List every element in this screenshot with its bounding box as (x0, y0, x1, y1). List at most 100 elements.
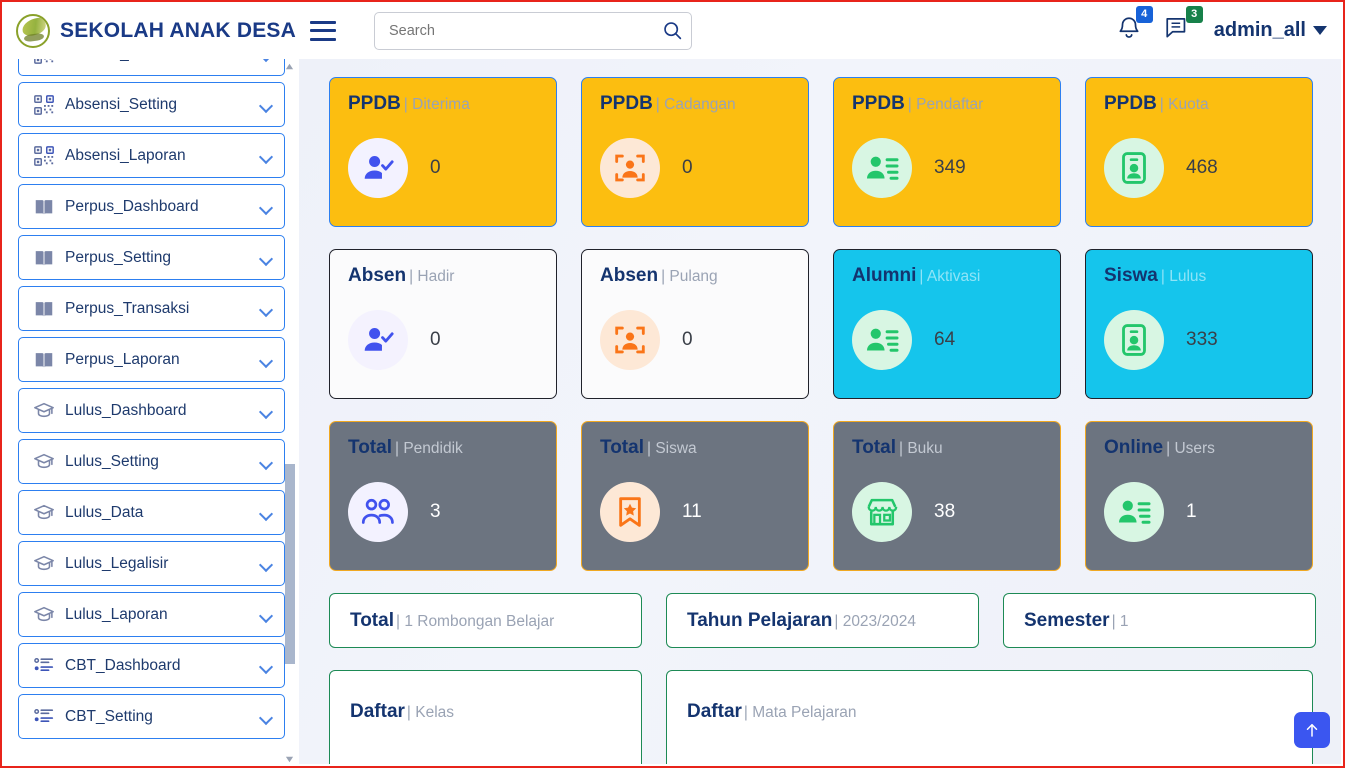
stat-card-subtitle: | Hadir (409, 268, 455, 285)
info-card-title-main: Total (350, 609, 394, 631)
chevron-down-icon[interactable] (260, 203, 273, 211)
sidebar-item-lulus_laporan[interactable]: Lulus_Laporan (18, 592, 285, 637)
sidebar-item-perpus_laporan[interactable]: Perpus_Laporan (18, 337, 285, 382)
sidebar-item-absensi_laporan[interactable]: Absensi_Laporan (18, 133, 285, 178)
chevron-down-icon[interactable] (260, 101, 273, 109)
chevron-down-icon[interactable] (260, 458, 273, 466)
stat-card-title-main: Absen (600, 265, 659, 286)
sidebar-item-perpus_setting[interactable]: Perpus_Setting (18, 235, 285, 280)
bookmark-star-icon (600, 482, 660, 542)
stat-card-body: 349 (852, 138, 1042, 198)
sidebar-item-absensi_dashboard[interactable]: Absensi_Dashboard (18, 59, 285, 76)
stat-card-total-pendidik[interactable]: Total | Pendidik 3 (329, 421, 557, 571)
chevron-down-icon (1313, 26, 1327, 35)
sidebar-item-cbt_setting[interactable]: CBT_Setting (18, 694, 285, 739)
stat-card-title-main: Total (348, 437, 392, 458)
sidebar-item-lulus_data[interactable]: Lulus_Data (18, 490, 285, 535)
stat-card-body: 468 (1104, 138, 1294, 198)
info-card-subtitle: | 1 (1111, 612, 1129, 630)
daftar-card-kelas[interactable]: Daftar | Kelas (329, 670, 642, 764)
stat-card-subtitle: | Buku (898, 440, 943, 457)
chevron-down-icon[interactable] (260, 713, 273, 721)
user-menu[interactable]: admin_all (1214, 19, 1327, 42)
daftar-card-title-main: Daftar (350, 701, 405, 722)
stat-card-subtitle: | Pendidik (394, 440, 463, 457)
stat-card-ppdb-pendaftar[interactable]: PPDB | Pendaftar 349 (833, 77, 1061, 227)
book-icon (33, 297, 55, 321)
stat-card-siswa-lulus[interactable]: Siswa | Lulus 333 (1085, 249, 1313, 399)
stat-card-subtitle: | Aktivasi (919, 268, 981, 285)
id-card-icon (1104, 310, 1164, 370)
sidebar-item-perpus_transaksi[interactable]: Perpus_Transaksi (18, 286, 285, 331)
chevron-down-icon[interactable] (260, 662, 273, 670)
info-card-title-main: Semester (1024, 609, 1110, 631)
scroll-to-top-button[interactable] (1294, 712, 1330, 748)
chevron-down-icon[interactable] (260, 356, 273, 364)
stat-card-ppdb-kuota[interactable]: PPDB | Kuota 468 (1085, 77, 1313, 227)
stat-card-title-main: PPDB (1104, 93, 1157, 114)
stat-card-subtitle: | Cadangan (655, 96, 736, 113)
stat-card-subtitle: | Lulus (1160, 268, 1207, 285)
user-list-icon (852, 138, 912, 198)
scroll-down-arrow-icon[interactable] (285, 755, 294, 764)
user-name: admin_all (1213, 19, 1306, 41)
sidebar-item-label: Lulus_Setting (65, 452, 159, 470)
notification-count-badge: 4 (1135, 6, 1153, 23)
stat-card-title: Total | Pendidik (348, 438, 538, 457)
stat-card-subtitle: | Diterima (403, 96, 470, 113)
notifications-button[interactable]: 4 (1116, 6, 1153, 46)
sidebar: Absensi_Dashboard Absensi_Setting (4, 59, 299, 766)
chevron-down-icon[interactable] (260, 254, 273, 262)
sidebar-item-label: Lulus_Legalisir (65, 554, 169, 572)
messages-button[interactable]: 3 (1164, 6, 1203, 46)
chevron-down-icon[interactable] (260, 509, 273, 517)
sidebar-item-absensi_setting[interactable]: Absensi_Setting (18, 82, 285, 127)
info-card-total[interactable]: Total | 1 Rombongan Belajar (329, 593, 642, 648)
book-icon (33, 348, 55, 372)
chevron-down-icon[interactable] (260, 305, 273, 313)
info-card-title: Total | 1 Rombongan Belajar (350, 610, 554, 632)
user-list-icon (852, 310, 912, 370)
users-group-icon (348, 482, 408, 542)
sidebar-item-lulus_setting[interactable]: Lulus_Setting (18, 439, 285, 484)
stat-card-body: 3 (348, 482, 538, 542)
stat-card-title-main: PPDB (600, 93, 653, 114)
sidebar-nav-list: Absensi_Dashboard Absensi_Setting (4, 59, 299, 766)
scroll-up-arrow-icon[interactable] (285, 62, 294, 71)
user-check-icon (348, 310, 408, 370)
stat-card-alumni-aktivasi[interactable]: Alumni | Aktivasi 64 (833, 249, 1061, 399)
stat-card-absen-hadir[interactable]: Absen | Hadir 0 (329, 249, 557, 399)
stat-card-absen-pulang[interactable]: Absen | Pulang 0 (581, 249, 809, 399)
stat-card-ppdb-cadangan[interactable]: PPDB | Cadangan 0 (581, 77, 809, 227)
daftar-card-subtitle: | Kelas (406, 704, 455, 721)
sidebar-scrollbar[interactable] (285, 59, 297, 766)
id-card-icon (1104, 138, 1164, 198)
chevron-down-icon[interactable] (260, 152, 273, 160)
stat-card-total-siswa[interactable]: Total | Siswa 11 (581, 421, 809, 571)
stat-card-title: PPDB | Pendaftar (852, 94, 1042, 113)
stat-card-total-buku[interactable]: Total | Buku 38 (833, 421, 1061, 571)
info-card-tahun-pelajaran[interactable]: Tahun Pelajaran | 2023/2024 (666, 593, 979, 648)
stat-card-ppdb-diterima[interactable]: PPDB | Diterima 0 (329, 77, 557, 227)
chevron-down-icon[interactable] (260, 611, 273, 619)
chevron-down-icon[interactable] (260, 560, 273, 568)
sidebar-scrollbar-thumb[interactable] (285, 464, 295, 664)
sidebar-item-perpus_dashboard[interactable]: Perpus_Dashboard (18, 184, 285, 229)
stat-card-title-main: Online (1104, 437, 1164, 458)
stat-card-online-users[interactable]: Online | Users 1 (1085, 421, 1313, 571)
book-icon (33, 246, 55, 270)
dashboard-body: PPDB | Diterima 0 PPDB | Cadangan 0 PPDB | Pe… (299, 59, 1341, 764)
search-container (374, 11, 692, 50)
sidebar-item-lulus_legalisir[interactable]: Lulus_Legalisir (18, 541, 285, 586)
search-icon (663, 22, 681, 40)
search-button[interactable] (654, 14, 690, 48)
sidebar-item-lulus_dashboard[interactable]: Lulus_Dashboard (18, 388, 285, 433)
sidebar-item-cbt_dashboard[interactable]: CBT_Dashboard (18, 643, 285, 688)
info-card-semester[interactable]: Semester | 1 (1003, 593, 1316, 648)
search-input[interactable] (374, 11, 692, 50)
hamburger-menu-icon[interactable] (310, 20, 336, 41)
main-content: PPDB | Diterima 0 PPDB | Cadangan 0 PPDB | Pe… (299, 59, 1341, 764)
daftar-card-mata-pelajaran[interactable]: Daftar | Mata Pelajaran (666, 670, 1313, 764)
chevron-down-icon[interactable] (260, 407, 273, 415)
stat-card-body: 0 (600, 138, 790, 198)
